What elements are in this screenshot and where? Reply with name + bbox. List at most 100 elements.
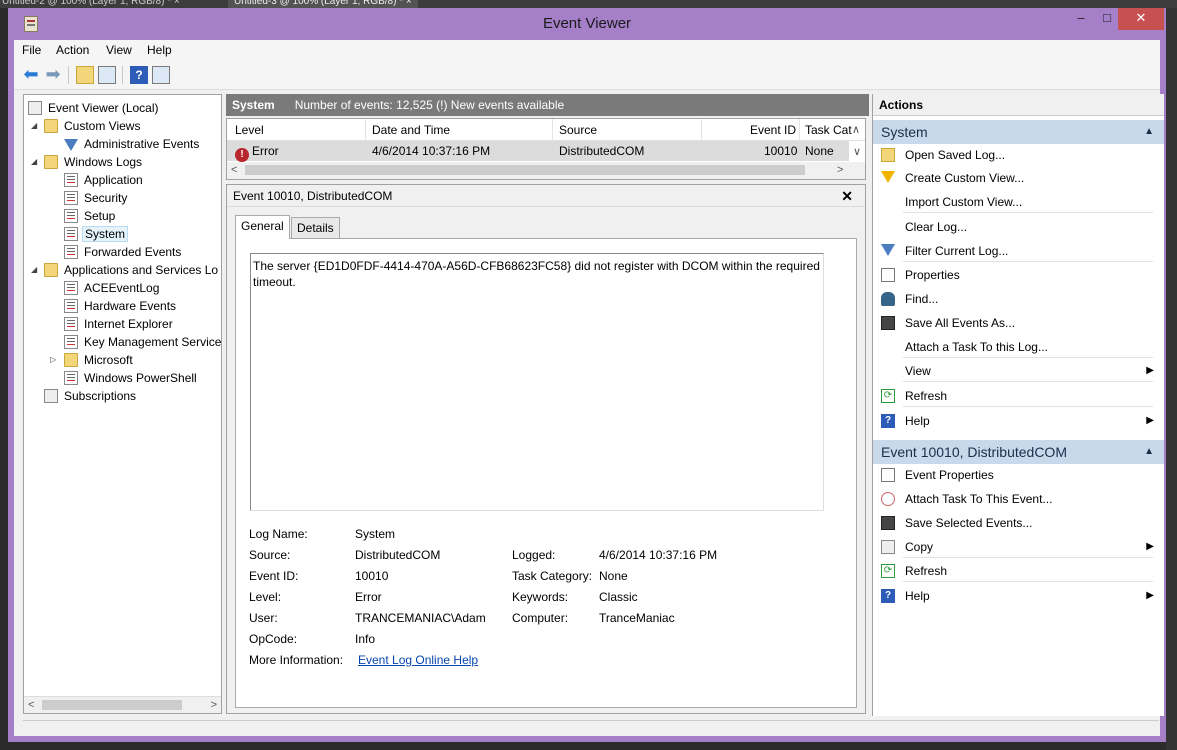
column-divider[interactable] bbox=[701, 119, 702, 141]
folder-icon bbox=[64, 353, 78, 367]
help-icon[interactable]: ? bbox=[130, 66, 148, 84]
tree-item-internet-explorer[interactable]: Internet Explorer bbox=[64, 315, 175, 333]
action-create-custom-view[interactable]: Create Custom View... bbox=[873, 167, 1164, 189]
action-import-custom-view[interactable]: Import Custom View... bbox=[873, 191, 1164, 213]
column-divider[interactable] bbox=[799, 119, 800, 141]
title-bar[interactable]: Event Viewer – □ ✕ bbox=[8, 8, 1166, 40]
ps-tab-active[interactable]: Untitled-3 @ 100% (Layer 1, RGB/8) * × bbox=[228, 0, 418, 8]
action-properties[interactable]: Properties bbox=[873, 264, 1164, 286]
general-tab-panel: The server {ED1D0FDF-4414-470A-A56D-CFB6… bbox=[235, 238, 857, 708]
menu-file[interactable]: File bbox=[22, 43, 41, 57]
action-divider bbox=[903, 261, 1153, 262]
event-detail-pane: Event 10010, DistributedCOM ✕ General De… bbox=[226, 184, 866, 714]
tree-item-setup[interactable]: Setup bbox=[64, 207, 117, 225]
action-help[interactable]: ? Help ▶ bbox=[873, 410, 1164, 432]
submenu-arrow-icon: ▶ bbox=[1146, 590, 1154, 601]
action-save-all-events[interactable]: Save All Events As... bbox=[873, 312, 1164, 334]
tree-item-subscriptions[interactable]: Subscriptions bbox=[44, 387, 138, 405]
action-open-saved-log[interactable]: Open Saved Log... bbox=[873, 144, 1164, 166]
column-divider[interactable] bbox=[552, 119, 553, 141]
action-clear-log[interactable]: Clear Log... bbox=[873, 216, 1164, 238]
action-attach-task-to-log[interactable]: Attach a Task To this Log... bbox=[873, 336, 1164, 358]
action-copy[interactable]: Copy ▶ bbox=[873, 536, 1164, 558]
action-help-event[interactable]: ? Help ▶ bbox=[873, 585, 1164, 607]
minimize-button[interactable]: – bbox=[1068, 8, 1094, 30]
forward-arrow-icon[interactable]: ➡ bbox=[44, 65, 62, 84]
collapse-icon[interactable]: ◢ bbox=[31, 158, 39, 166]
tree-item-microsoft[interactable]: Microsoft bbox=[64, 351, 135, 369]
scroll-right-icon[interactable]: > bbox=[211, 697, 217, 713]
action-event-properties[interactable]: Event Properties bbox=[873, 464, 1164, 486]
expand-icon[interactable]: ▷ bbox=[50, 356, 58, 364]
action-divider bbox=[903, 357, 1153, 358]
action-refresh[interactable]: ⟳ Refresh bbox=[873, 385, 1164, 407]
actions-section-event[interactable]: Event 10010, DistributedCOM ▲ bbox=[873, 440, 1164, 464]
tab-details[interactable]: Details bbox=[291, 217, 340, 239]
tree-item-root[interactable]: Event Viewer (Local) bbox=[28, 99, 161, 117]
collapse-icon[interactable]: ◢ bbox=[31, 122, 39, 130]
tree-horizontal-scrollbar[interactable]: < > bbox=[24, 696, 221, 713]
tree-item-security[interactable]: Security bbox=[64, 189, 129, 207]
action-view[interactable]: View ▶ bbox=[873, 360, 1164, 382]
column-date-time[interactable]: Date and Time bbox=[372, 123, 450, 137]
column-source[interactable]: Source bbox=[559, 123, 597, 137]
event-log-online-help-link[interactable]: Event Log Online Help bbox=[358, 653, 478, 667]
show-hide-action-pane-icon[interactable] bbox=[152, 66, 170, 84]
value-log-name: System bbox=[355, 527, 396, 541]
collapse-section-icon[interactable]: ▲ bbox=[1144, 440, 1154, 464]
log-icon bbox=[64, 227, 78, 241]
tree-item-administrative-events[interactable]: Administrative Events bbox=[64, 135, 201, 153]
tree-item-windows-logs[interactable]: Windows Logs bbox=[44, 153, 144, 171]
refresh-icon: ⟳ bbox=[881, 564, 895, 578]
event-description[interactable]: The server {ED1D0FDF-4414-470A-A56D-CFB6… bbox=[250, 253, 824, 511]
log-icon bbox=[64, 317, 78, 331]
up-folder-icon[interactable] bbox=[76, 66, 94, 84]
event-viewer-icon bbox=[28, 101, 42, 115]
ps-tab[interactable]: Untitled-2 @ 100% (Layer 1, RGB/8) * × bbox=[2, 0, 180, 8]
menu-view[interactable]: View bbox=[106, 43, 132, 57]
actions-section-system[interactable]: System ▲ bbox=[873, 120, 1164, 144]
scroll-left-icon[interactable]: < bbox=[28, 697, 34, 713]
collapse-icon[interactable]: ◢ bbox=[31, 266, 39, 274]
cell-level: ! Error bbox=[235, 144, 279, 162]
menu-help[interactable]: Help bbox=[147, 43, 172, 57]
close-detail-icon[interactable]: ✕ bbox=[841, 185, 853, 207]
event-list-horizontal-scrollbar[interactable]: < > bbox=[227, 162, 865, 179]
scroll-down-icon[interactable]: ∨ bbox=[853, 145, 861, 158]
column-event-id[interactable]: Event ID bbox=[750, 123, 796, 137]
scroll-up-icon[interactable]: ∧ bbox=[852, 123, 860, 136]
show-hide-tree-icon[interactable] bbox=[98, 66, 116, 84]
tree-item-system[interactable]: System bbox=[64, 225, 129, 243]
tree-item-applications-and-services[interactable]: Applications and Services Lo bbox=[44, 261, 220, 279]
tree-item-custom-views[interactable]: Custom Views bbox=[44, 117, 142, 135]
action-filter-current-log[interactable]: Filter Current Log... bbox=[873, 240, 1164, 262]
scroll-right-icon[interactable]: > bbox=[837, 164, 843, 176]
tree-item-forwarded-events[interactable]: Forwarded Events bbox=[64, 243, 183, 261]
help-icon: ? bbox=[881, 589, 895, 603]
back-arrow-icon[interactable]: ⬅ bbox=[22, 65, 40, 84]
maximize-button[interactable]: □ bbox=[1094, 8, 1120, 30]
copy-icon bbox=[881, 540, 895, 554]
tree-item-windows-powershell[interactable]: Windows PowerShell bbox=[64, 369, 199, 387]
action-save-selected-events[interactable]: Save Selected Events... bbox=[873, 512, 1164, 534]
column-divider[interactable] bbox=[365, 119, 366, 141]
tree-item-key-management-service[interactable]: Key Management Service bbox=[64, 333, 221, 351]
tree-item-aceeventlog[interactable]: ACEEventLog bbox=[64, 279, 161, 297]
close-button[interactable]: ✕ bbox=[1118, 8, 1164, 30]
action-find[interactable]: Find... bbox=[873, 288, 1164, 310]
value-source: DistributedCOM bbox=[355, 548, 441, 562]
collapse-section-icon[interactable]: ▲ bbox=[1144, 120, 1154, 144]
scrollbar-thumb[interactable] bbox=[42, 700, 182, 710]
action-refresh-event[interactable]: ⟳ Refresh bbox=[873, 560, 1164, 582]
scrollbar-thumb[interactable] bbox=[245, 165, 805, 175]
column-task-category[interactable]: Task Cat bbox=[805, 123, 852, 137]
menu-action[interactable]: Action bbox=[56, 43, 89, 57]
toolbar-separator bbox=[68, 66, 69, 84]
table-row[interactable]: ! Error 4/6/2014 10:37:16 PM DistributedC… bbox=[227, 141, 849, 162]
tab-general[interactable]: General bbox=[235, 215, 290, 239]
column-level[interactable]: Level bbox=[235, 123, 264, 137]
tree-item-hardware-events[interactable]: Hardware Events bbox=[64, 297, 178, 315]
scroll-left-icon[interactable]: < bbox=[231, 164, 237, 176]
action-attach-task-to-event[interactable]: Attach Task To This Event... bbox=[873, 488, 1164, 510]
tree-item-application[interactable]: Application bbox=[64, 171, 145, 189]
